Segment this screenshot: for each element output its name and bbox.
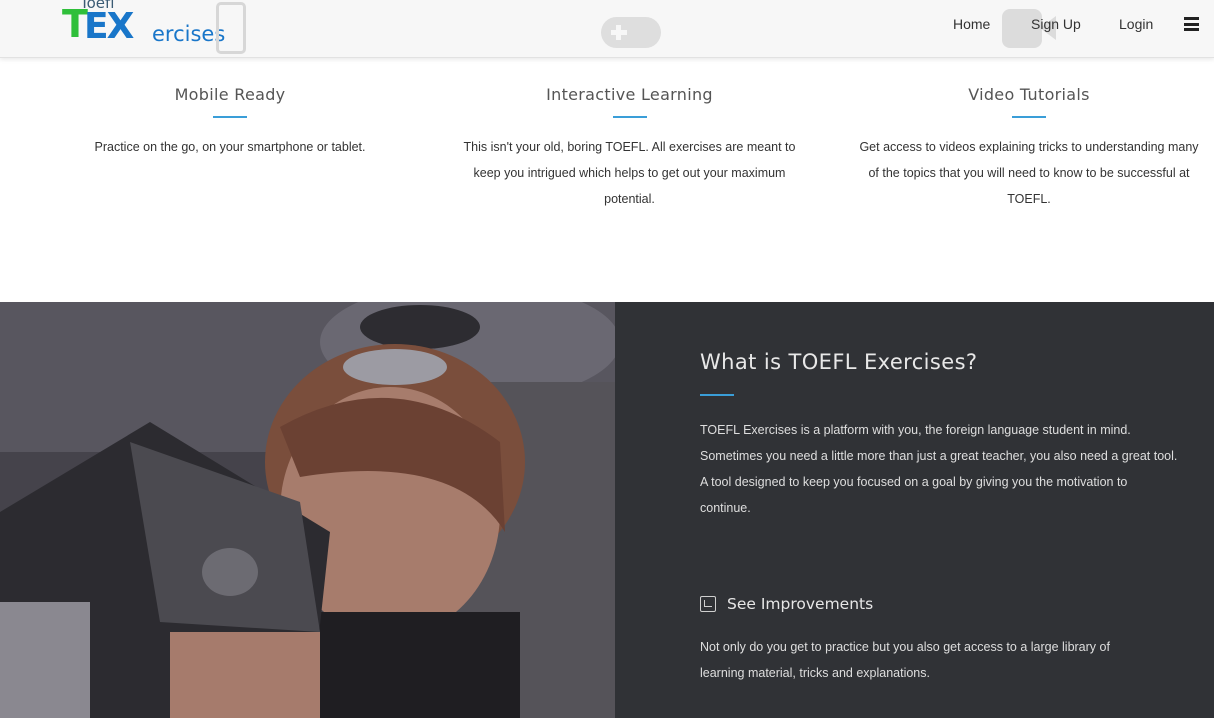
translate-icon <box>700 596 716 612</box>
feature-title: Interactive Learning <box>546 85 713 104</box>
nav-login-link[interactable]: Login <box>1119 16 1153 32</box>
nav-home-link[interactable]: Home <box>953 16 990 32</box>
hamburger-icon[interactable] <box>1184 17 1199 31</box>
feature-title: Video Tutorials <box>968 85 1090 104</box>
about-description: TOEFL Exercises is a platform with you, … <box>700 423 1178 515</box>
feature-underline <box>1012 116 1046 118</box>
logo-ercises-text: ercises <box>152 22 226 46</box>
nav-signup-link[interactable]: Sign Up <box>1031 16 1081 32</box>
about-title: What is TOEFL Exercises? <box>700 350 978 374</box>
feature-description: Get access to videos explaining tricks t… <box>859 140 1199 206</box>
student-reading-photo <box>0 302 615 718</box>
about-underline <box>700 394 734 396</box>
feature-interactive-learning: Interactive Learning This isn't your old… <box>449 85 810 212</box>
improvements-description: Not only do you get to practice but you … <box>700 640 1110 680</box>
feature-video-tutorials: Video Tutorials Get access to videos exp… <box>853 85 1205 212</box>
feature-description: This isn't your old, boring TOEFL. All e… <box>463 140 796 206</box>
feature-underline <box>612 116 647 118</box>
feature-underline <box>213 116 247 118</box>
mobile-icon <box>216 2 246 54</box>
improvements-title: See Improvements <box>727 595 874 613</box>
feature-title: Mobile Ready <box>174 85 286 104</box>
logo-ex-text: EX <box>84 6 134 47</box>
feature-description: Practice on the go, on your smartphone o… <box>94 140 366 154</box>
gamepad-icon <box>601 17 661 48</box>
feature-mobile-ready: Mobile Ready Practice on the go, on your… <box>50 85 410 160</box>
site-header: T Toefl EX ercises Home Sign Up Login <box>0 0 1214 58</box>
